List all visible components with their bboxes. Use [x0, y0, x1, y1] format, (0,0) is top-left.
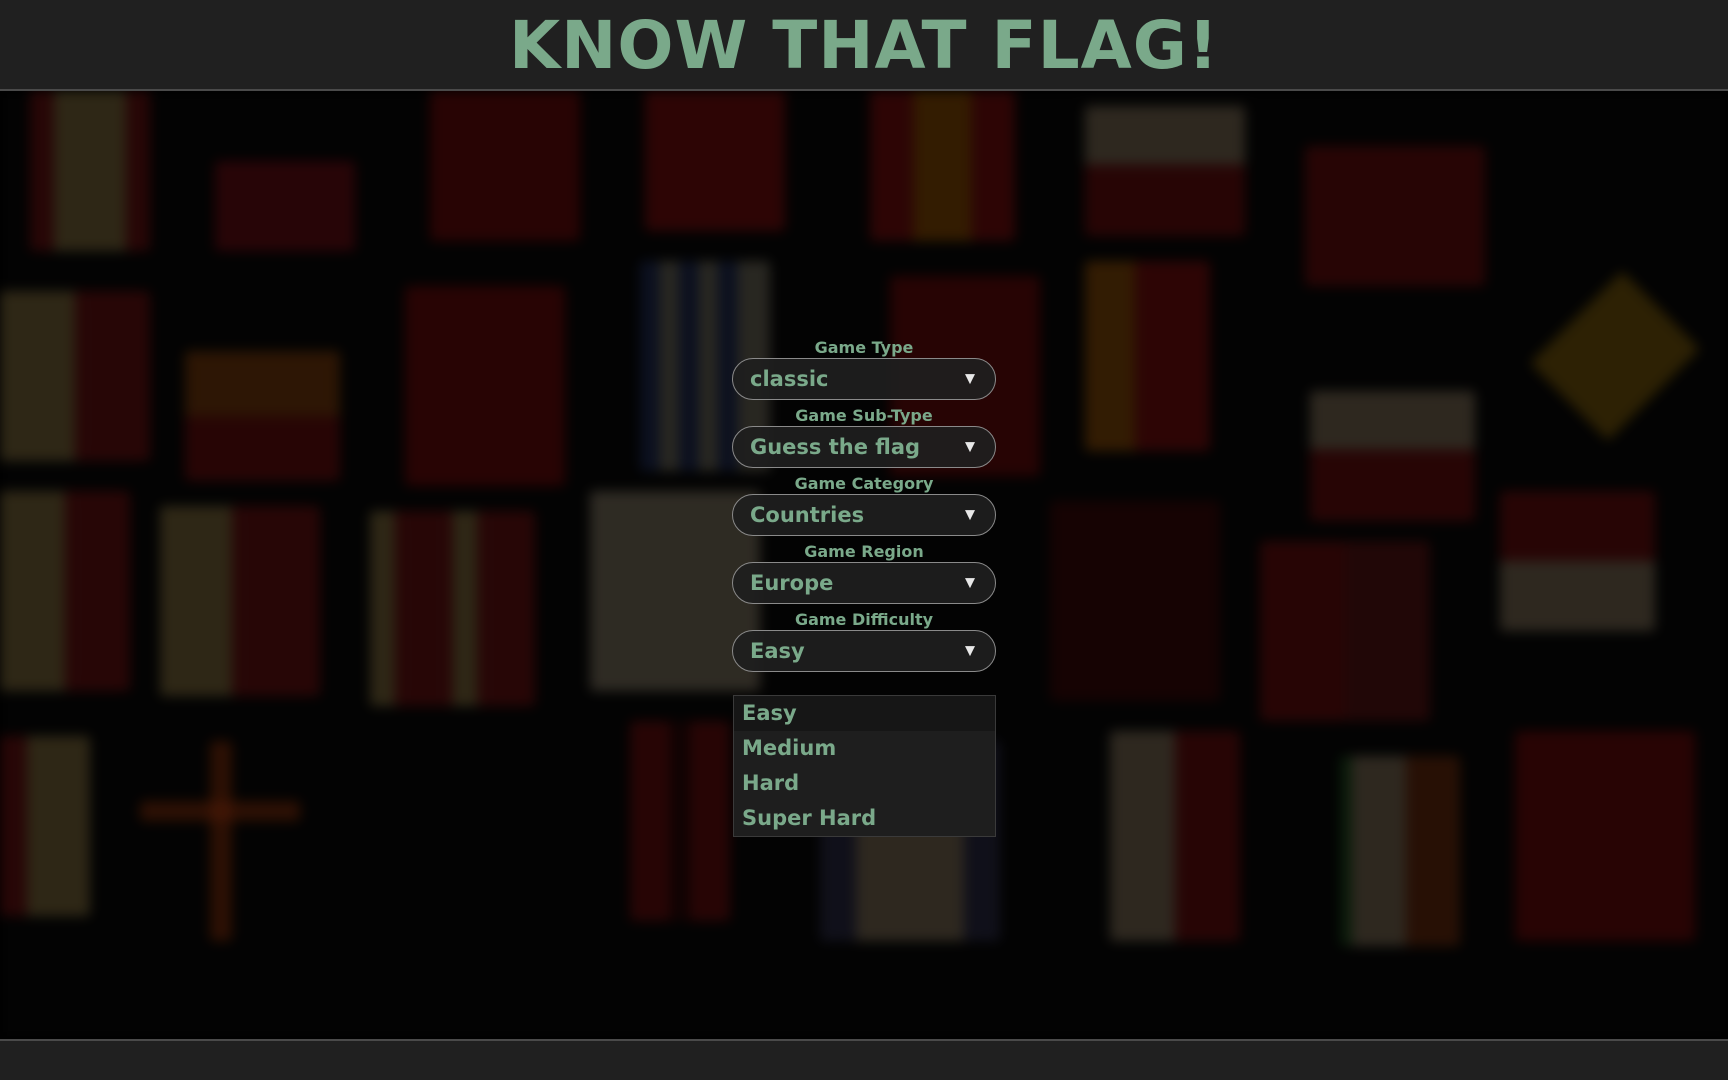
header-bar: KNOW THAT FLAG!: [0, 0, 1728, 91]
game-category-value: Countries: [750, 503, 865, 527]
game-sub-type-field: Game Sub-Type Guess the flag ▼: [732, 406, 996, 468]
game-region-value: Europe: [750, 571, 834, 595]
game-region-field: Game Region Europe ▼: [732, 542, 996, 604]
footer-bar: [0, 1039, 1728, 1080]
game-sub-type-value: Guess the flag: [750, 435, 921, 459]
game-sub-type-label: Game Sub-Type: [795, 406, 933, 425]
game-type-field: Game Type classic ▼: [732, 338, 996, 400]
dropdown-option-super-hard[interactable]: Super Hard: [734, 801, 995, 836]
dropdown-option-hard[interactable]: Hard: [734, 766, 995, 801]
chevron-down-icon: ▼: [965, 575, 975, 591]
chevron-down-icon: ▼: [965, 371, 975, 387]
game-difficulty-label: Game Difficulty: [794, 610, 934, 629]
game-settings-form: Game Type classic ▼ Game Sub-Type Guess …: [732, 338, 996, 678]
game-sub-type-select[interactable]: Guess the flag ▼: [732, 426, 996, 468]
game-difficulty-select[interactable]: Easy ▼: [732, 630, 996, 672]
page-title: KNOW THAT FLAG!: [509, 7, 1219, 84]
chevron-down-icon: ▼: [965, 507, 975, 523]
game-difficulty-value: Easy: [750, 639, 805, 663]
game-region-label: Game Region: [804, 542, 924, 561]
game-type-label: Game Type: [814, 338, 914, 357]
game-category-label: Game Category: [794, 474, 934, 493]
game-type-select[interactable]: classic ▼: [732, 358, 996, 400]
difficulty-dropdown-list: Easy Medium Hard Super Hard: [733, 695, 996, 837]
game-difficulty-field: Game Difficulty Easy ▼: [732, 610, 996, 672]
chevron-down-icon: ▼: [965, 643, 975, 659]
game-category-field: Game Category Countries ▼: [732, 474, 996, 536]
dropdown-option-easy[interactable]: Easy: [734, 696, 995, 731]
dropdown-option-medium[interactable]: Medium: [734, 731, 995, 766]
app-window: KNOW THAT FLAG! Game Type classic ▼ Game…: [0, 0, 1728, 1080]
game-category-select[interactable]: Countries ▼: [732, 494, 996, 536]
game-region-select[interactable]: Europe ▼: [732, 562, 996, 604]
game-type-value: classic: [750, 367, 829, 391]
chevron-down-icon: ▼: [965, 439, 975, 455]
